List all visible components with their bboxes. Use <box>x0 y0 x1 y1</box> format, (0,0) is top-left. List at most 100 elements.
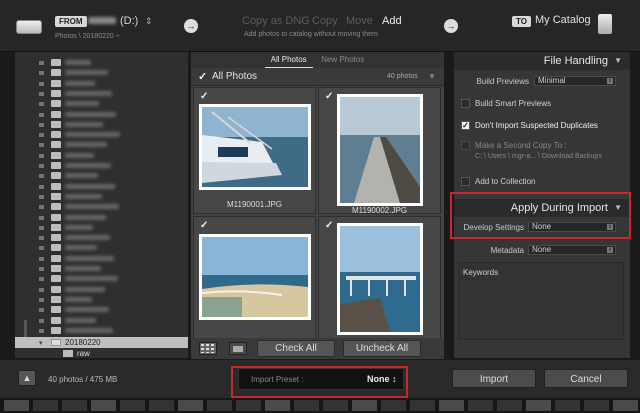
folder-item-redacted[interactable] <box>15 151 188 161</box>
mode-description: Add photos to catalog without moving the… <box>244 31 378 38</box>
check-icon[interactable]: ✓ <box>325 91 333 102</box>
folder-item-redacted[interactable] <box>15 120 188 130</box>
folder-item-redacted[interactable] <box>15 161 188 171</box>
folder-item-redacted[interactable] <box>15 326 188 336</box>
folder-icon <box>51 192 61 200</box>
check-icon[interactable]: ✓ <box>198 70 207 83</box>
filmstrip-thumbnail <box>497 400 522 411</box>
chevron-right-icon <box>39 267 44 271</box>
folder-item-redacted[interactable] <box>15 223 188 233</box>
folder-item-redacted[interactable] <box>15 295 188 305</box>
build-previews-label: Build Previews <box>476 77 529 86</box>
folder-item-raw[interactable]: raw <box>15 348 188 358</box>
folder-icon <box>51 295 61 303</box>
dont-import-duplicates-checkbox[interactable]: ✓ <box>461 121 470 130</box>
photo-cell[interactable]: ✓ <box>193 216 316 343</box>
folder-item-redacted[interactable] <box>15 305 188 315</box>
tab-new-photos[interactable]: New Photos <box>315 52 370 67</box>
build-smart-previews-checkbox[interactable] <box>461 99 470 108</box>
import-button[interactable]: Import <box>452 369 536 388</box>
folder-item-redacted[interactable] <box>15 285 188 295</box>
folder-icon <box>51 59 61 66</box>
folder-item-redacted[interactable] <box>15 233 188 243</box>
source-dropdown-icon[interactable]: ⇕ <box>145 16 153 27</box>
folder-icon <box>51 306 61 314</box>
to-badge: TO <box>512 16 531 27</box>
chevron-right-icon <box>39 184 44 189</box>
mode-add[interactable]: Add <box>382 15 402 27</box>
folder-item-redacted[interactable] <box>15 140 188 150</box>
folder-item-redacted[interactable] <box>15 79 188 89</box>
folder-name-redacted <box>65 296 92 302</box>
grid-view-icon[interactable] <box>199 342 217 355</box>
photo-cell[interactable]: ✓ <box>318 216 441 343</box>
tab-all-photos[interactable]: All Photos <box>264 52 313 68</box>
metadata-select[interactable]: None ⇕ <box>528 245 616 255</box>
folder-label: 20180220 <box>65 338 101 347</box>
chevron-down-icon: ▾ <box>39 340 43 347</box>
check-icon[interactable]: ✓ <box>325 220 333 231</box>
folder-icon <box>51 265 61 272</box>
panel-title: File Handling <box>543 55 608 67</box>
chevron-right-icon <box>39 215 44 220</box>
photo-cell[interactable]: ✓ M1190002.JPG <box>318 87 441 215</box>
cancel-button[interactable]: Cancel <box>544 369 628 388</box>
chevron-right-icon <box>39 164 44 168</box>
folder-name-redacted <box>65 111 116 117</box>
folder-item-redacted[interactable] <box>15 316 188 326</box>
folder-item-redacted[interactable] <box>15 243 188 253</box>
second-copy-checkbox[interactable] <box>461 141 470 150</box>
folder-item-redacted[interactable] <box>15 68 188 78</box>
chevron-right-icon <box>39 308 44 313</box>
highlight-import-preset <box>231 366 408 398</box>
filmstrip-thumbnail <box>468 400 493 411</box>
expand-up-icon[interactable]: ▲ <box>18 370 36 386</box>
folder-item-selected[interactable]: ▾ 20180220 <box>15 337 188 348</box>
keywords-box[interactable]: Keywords <box>458 262 624 340</box>
collapse-triangle-icon[interactable]: ▼ <box>428 72 436 81</box>
folder-name-redacted <box>65 101 99 107</box>
folder-item-redacted[interactable] <box>15 264 188 274</box>
filmstrip-thumbnail <box>4 400 29 411</box>
mode-copy[interactable]: Copy <box>312 15 338 27</box>
folder-icon <box>51 100 61 108</box>
folder-name-redacted <box>65 142 107 148</box>
collapse-triangle-icon[interactable]: ▼ <box>614 56 622 65</box>
folder-item-redacted[interactable] <box>15 213 188 223</box>
folder-item-redacted[interactable] <box>15 182 188 192</box>
loupe-view-icon[interactable] <box>229 342 247 355</box>
folder-icon <box>51 254 61 262</box>
folder-icon <box>51 89 61 97</box>
check-all-button[interactable]: Check All <box>257 340 335 357</box>
uncheck-all-button[interactable]: Uncheck All <box>343 340 421 357</box>
check-icon[interactable]: ✓ <box>200 220 208 231</box>
grid-toolbar: Check All Uncheck All <box>191 338 444 359</box>
destination-label[interactable]: My Catalog <box>535 14 591 26</box>
photo-grid-panel: All Photos New Photos ✓ All Photos 40 ph… <box>191 52 444 359</box>
folder-item-redacted[interactable] <box>15 99 188 109</box>
folder-item-redacted[interactable] <box>15 254 188 264</box>
folder-name-redacted <box>65 214 106 220</box>
chevron-right-icon <box>39 102 44 107</box>
folder-icon <box>51 182 61 190</box>
mode-copy-as-dng[interactable]: Copy as DNG <box>242 15 310 27</box>
folder-item-redacted[interactable] <box>15 110 188 120</box>
chevron-right-icon <box>39 143 44 148</box>
file-handling-header[interactable]: File Handling ▼ <box>454 52 630 70</box>
mode-move[interactable]: Move <box>346 15 373 27</box>
check-icon[interactable]: ✓ <box>200 91 208 102</box>
folder-item-redacted[interactable] <box>15 274 188 284</box>
photo-cell[interactable]: ✓ M1190001.JPG <box>193 87 316 214</box>
folder-item-redacted[interactable] <box>15 202 188 212</box>
folder-item-redacted[interactable] <box>15 58 188 68</box>
folder-item-redacted[interactable] <box>15 192 188 202</box>
folder-item-redacted[interactable] <box>15 171 188 181</box>
source-drive-label[interactable]: (D:) <box>120 15 138 27</box>
source-path: Photos \ 20180220 ÷ <box>55 33 120 40</box>
folder-item-redacted[interactable] <box>15 89 188 99</box>
add-to-collection-checkbox[interactable] <box>461 177 470 186</box>
background-filmstrip <box>0 398 640 413</box>
build-previews-select[interactable]: Minimal ⇕ <box>534 76 616 86</box>
folder-name-redacted <box>65 245 97 251</box>
folder-item-redacted[interactable] <box>15 130 188 140</box>
